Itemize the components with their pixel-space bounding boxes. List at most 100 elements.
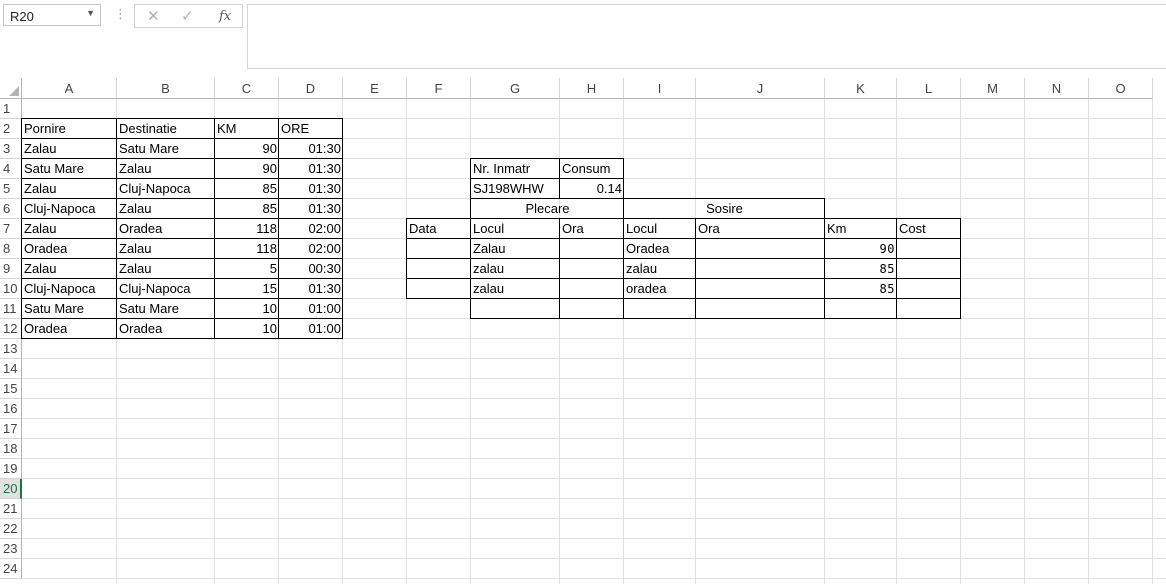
row-header-11[interactable]: 11 [0, 299, 22, 319]
column-header-k[interactable]: K [825, 78, 897, 99]
column-header-i[interactable]: I [624, 78, 696, 99]
worksheet-grid[interactable]: ABCDEFGHIJKLMNO 1 2 3 4 5 6 7 8 9 10 11 12 13 14 15 16 1… [0, 78, 1166, 584]
row-header-8[interactable]: 8 [0, 239, 22, 259]
row-header-20[interactable]: 20 [0, 479, 22, 499]
formula-bar-area: R20 ▼ ⋮ ✕ ✓ fx [0, 0, 1166, 78]
cell-border [278, 238, 343, 259]
row-header-21[interactable]: 21 [0, 499, 22, 519]
row-header-19[interactable]: 19 [0, 459, 22, 479]
row-header-17[interactable]: 17 [0, 419, 22, 439]
cell-border [470, 218, 560, 239]
cell-border [21, 278, 117, 299]
select-all-button[interactable] [0, 78, 22, 99]
row-header-22[interactable]: 22 [0, 519, 22, 539]
cell-border [21, 158, 117, 179]
cell-border [824, 218, 897, 239]
column-header-h[interactable]: H [560, 78, 624, 99]
cell-border [278, 198, 343, 219]
cell-border [116, 198, 215, 219]
cell-border [116, 238, 215, 259]
row-header-7[interactable]: 7 [0, 219, 22, 239]
column-header-o[interactable]: O [1089, 78, 1153, 99]
cell-border [623, 258, 696, 279]
cell-border [278, 158, 343, 179]
column-header-b[interactable]: B [117, 78, 215, 99]
cell-border [896, 218, 961, 239]
column-header-l[interactable]: L [897, 78, 961, 99]
chevron-down-icon[interactable]: ▼ [86, 8, 95, 18]
cell-border [214, 138, 279, 159]
cell-border [116, 178, 215, 199]
row-header-24[interactable]: 24 [0, 559, 22, 579]
formula-input[interactable] [247, 4, 1166, 69]
column-header-m[interactable]: M [961, 78, 1025, 99]
insert-function-icon[interactable]: fx [219, 9, 231, 24]
row-header-5[interactable]: 5 [0, 179, 22, 199]
row-header-4[interactable]: 4 [0, 159, 22, 179]
row-header-23[interactable]: 23 [0, 539, 22, 559]
cell-border [559, 238, 624, 259]
cell-border [116, 218, 215, 239]
row-header-2[interactable]: 2 [0, 119, 22, 139]
row-header-13[interactable]: 13 [0, 339, 22, 359]
cell-border [214, 158, 279, 179]
row-header-15[interactable]: 15 [0, 379, 22, 399]
column-header-f[interactable]: F [407, 78, 471, 99]
cell-border [214, 178, 279, 199]
column-header-d[interactable]: D [279, 78, 343, 99]
cell-border [470, 278, 560, 299]
cell-border [559, 258, 624, 279]
row-header-18[interactable]: 18 [0, 439, 22, 459]
column-header-c[interactable]: C [215, 78, 279, 99]
row-header-14[interactable]: 14 [0, 359, 22, 379]
cell-border [623, 218, 696, 239]
cancel-icon[interactable]: ✕ [147, 7, 160, 25]
gridline [22, 518, 1166, 519]
cell-border [470, 178, 560, 199]
row-header-12[interactable]: 12 [0, 319, 22, 339]
cell-border [214, 278, 279, 299]
cell-border [470, 158, 560, 179]
gridline [22, 578, 1166, 579]
cell-border [278, 318, 343, 339]
row-header-9[interactable]: 9 [0, 259, 22, 279]
cell-border [214, 298, 279, 319]
cell-border [824, 258, 897, 279]
cell-border [21, 198, 117, 219]
row-header-1[interactable]: 1 [0, 99, 22, 119]
cell-border [21, 318, 117, 339]
row-header-16[interactable]: 16 [0, 399, 22, 419]
cell-border [21, 118, 117, 139]
drag-handle-icon[interactable]: ⋮ [114, 7, 127, 21]
gridline [695, 99, 696, 584]
confirm-icon[interactable]: ✓ [181, 7, 194, 25]
column-header-a[interactable]: A [22, 78, 117, 99]
cell-border [470, 198, 624, 219]
row-header-6[interactable]: 6 [0, 199, 22, 219]
row-header-10[interactable]: 10 [0, 279, 22, 299]
name-box[interactable]: R20 ▼ [3, 4, 101, 26]
cell-border [896, 238, 961, 259]
cell-border [21, 258, 117, 279]
gridline [22, 538, 1166, 539]
cell-border [214, 218, 279, 239]
cell-border [21, 298, 117, 319]
column-header-e[interactable]: E [343, 78, 407, 99]
cell-border [278, 278, 343, 299]
cell-border [116, 258, 215, 279]
column-header-j[interactable]: J [696, 78, 825, 99]
column-header-g[interactable]: G [471, 78, 560, 99]
gridline [22, 398, 1166, 399]
cell-border [896, 298, 961, 319]
cell-border [623, 278, 696, 299]
cell-border [470, 238, 560, 259]
column-header-n[interactable]: N [1025, 78, 1089, 99]
gridline [896, 99, 897, 584]
gridline [824, 99, 825, 584]
cell-border [896, 258, 961, 279]
trip-cell[interactable] [407, 299, 471, 319]
cell-border [406, 278, 471, 299]
cell-border [470, 258, 560, 279]
cell-border [21, 218, 117, 239]
row-header-3[interactable]: 3 [0, 139, 22, 159]
